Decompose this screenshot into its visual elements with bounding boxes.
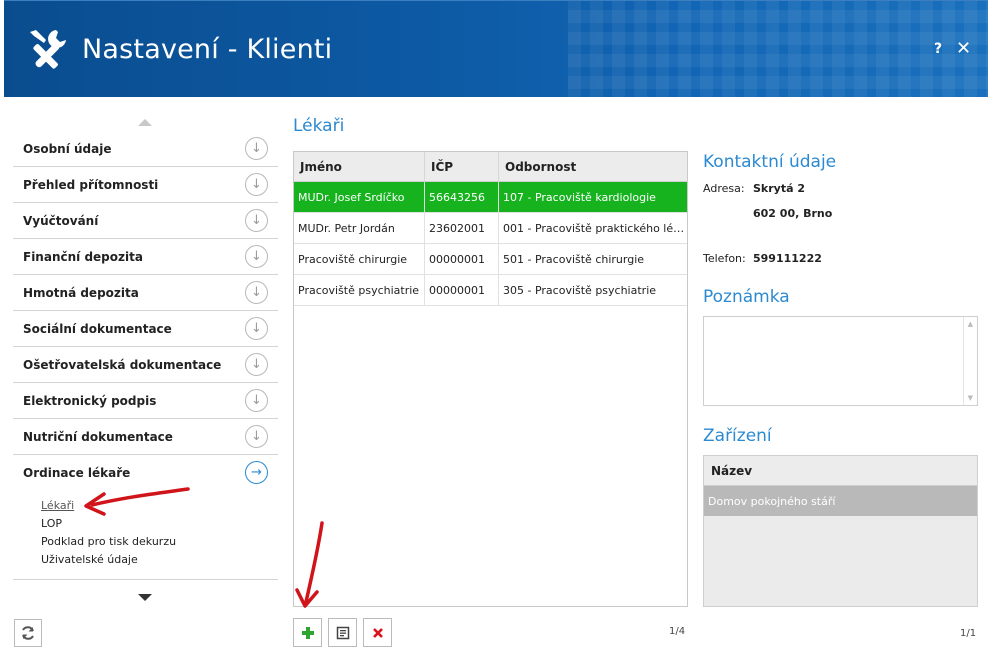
column-header[interactable]: Jméno [294,152,425,181]
phone-value: 599111222 [753,252,822,265]
sidebar-item-label: Elektronický podpis [23,394,157,408]
scroll-up-icon[interactable] [138,119,152,126]
table-row[interactable]: MUDr. Petr Jordán 23602001 001 - Pracovi… [294,213,687,244]
address-line1: Skrytá 2 [753,182,805,195]
arrow-down-circle-icon: ↓ [245,245,268,268]
cell: 23602001 [425,213,499,243]
submenu: Lékaři LOP Podklad pro tisk dekurzu Uživ… [41,497,176,569]
cell: 107 - Pracoviště kardiologie [503,191,656,204]
sidebar-item-hmotna-depozita[interactable]: Hmotná depozita ↓ [13,275,278,311]
cell: 501 - Pracoviště chirurgie [503,253,645,266]
table-row[interactable]: Domov pokojného stáří [704,486,977,516]
note-scrollbar[interactable]: ▲ ▼ [963,317,977,405]
contact-title: Kontaktní údaje [703,152,837,172]
cell: 305 - Pracoviště psychiatrie [503,284,657,297]
refresh-button[interactable] [14,619,42,647]
devices-grid: Název Domov pokojného stáří [703,455,978,607]
sidebar-item-label: Nutriční dokumentace [23,430,173,444]
devices-title: Zařízení [703,426,772,446]
address-label: Adresa: [703,182,745,195]
edit-button[interactable] [328,618,357,647]
scroll-down-icon[interactable] [138,594,152,601]
scroll-up-icon[interactable]: ▲ [968,320,973,328]
header-decoration [568,1,988,97]
window-title: Nastavení - Klienti [82,34,333,65]
sidebar-item-elektronicky-podpis[interactable]: Elektronický podpis ↓ [13,383,278,419]
submenu-item-lop[interactable]: LOP [41,515,176,533]
doctors-title: Lékaři [293,116,345,136]
close-button[interactable]: ✕ [956,38,971,59]
sidebar-item-label: Sociální dokumentace [23,322,172,336]
phone-label: Telefon: [703,252,746,265]
address-line2: 602 00, Brno [753,207,833,220]
doctors-pager: 1/4 [669,626,686,637]
tools-icon [30,30,66,69]
arrow-down-circle-icon: ↓ [245,281,268,304]
cell: 001 - Pracoviště praktického lékaře pro … [503,222,687,235]
sidebar-item-label: Osobní údaje [23,142,112,156]
sidebar-item-label: Vyúčtování [23,214,99,228]
sidebar-item-nutricni-dokumentace[interactable]: Nutriční dokumentace ↓ [13,419,278,455]
table-row[interactable]: MUDr. Josef Srdíčko 56643256 107 - Praco… [294,182,687,213]
table-row[interactable]: Pracoviště psychiatrie 00000001 305 - Pr… [294,275,687,306]
scroll-down-icon[interactable]: ▼ [968,394,973,402]
column-header[interactable]: Odbornost [499,152,687,181]
arrow-down-circle-icon: ↓ [245,425,268,448]
sidebar-item-prehled-pritomnosti[interactable]: Přehled přítomnosti ↓ [13,167,278,203]
cell: MUDr. Josef Srdíčko [294,182,425,212]
sidebar-item-vyuctovani[interactable]: Vyúčtování ↓ [13,203,278,239]
submenu-item-podklad[interactable]: Podklad pro tisk dekurzu [41,533,176,551]
help-button[interactable]: ? [934,41,942,57]
sidebar-item-osetrovatelska-dokumentace[interactable]: Ošetřovatelská dokumentace ↓ [13,347,278,383]
submenu-item-lekari[interactable]: Lékaři [41,497,176,515]
divider [13,579,278,580]
sidebar-item-label: Hmotná depozita [23,286,139,300]
doctors-grid: Jméno IČP Odbornost MUDr. Josef Srdíčko … [293,151,688,607]
delete-button[interactable] [363,618,392,647]
sidebar-item-osobni-udaje[interactable]: Osobní údaje ↓ [13,131,278,167]
arrow-right-circle-icon: → [245,461,268,484]
sidebar-menu: Osobní údaje ↓ Přehled přítomnosti ↓ Vyú… [13,131,278,491]
delete-x-icon [372,627,383,638]
column-header[interactable]: IČP [425,152,499,181]
sidebar-item-label: Ordinace lékaře [23,466,131,480]
add-button[interactable] [293,618,322,647]
grid-header: Jméno IČP Odbornost [294,152,687,182]
submenu-item-uzivatelske-udaje[interactable]: Uživatelské údaje [41,551,176,569]
sidebar-item-label: Ošetřovatelská dokumentace [23,358,222,372]
cell: Pracoviště chirurgie [294,244,425,274]
cell: MUDr. Petr Jordán [294,213,425,243]
devices-pager: 1/1 [960,628,977,639]
plus-icon [301,626,314,639]
arrow-down-circle-icon: ↓ [245,137,268,160]
refresh-icon [22,626,34,640]
arrow-down-circle-icon: ↓ [245,353,268,376]
window-header: Nastavení - Klienti ? ✕ [4,0,988,97]
arrow-down-circle-icon: ↓ [245,389,268,412]
arrow-down-circle-icon: ↓ [245,317,268,340]
document-edit-icon [336,626,349,639]
column-header[interactable]: Název [704,456,977,486]
sidebar-item-label: Přehled přítomnosti [23,178,159,192]
sidebar-item-label: Finanční depozita [23,250,143,264]
sidebar-item-financni-depozita[interactable]: Finanční depozita ↓ [13,239,278,275]
sidebar-item-ordinace-lekare[interactable]: Ordinace lékaře → [13,455,278,491]
cell: 00000001 [425,244,499,274]
cell: 00000001 [425,275,499,305]
note-field[interactable]: ▲ ▼ [703,316,978,406]
arrow-down-circle-icon: ↓ [245,209,268,232]
note-title: Poznámka [703,287,790,307]
arrow-down-circle-icon: ↓ [245,173,268,196]
cell: Pracoviště psychiatrie [294,275,425,305]
sidebar-item-socialni-dokumentace[interactable]: Sociální dokumentace ↓ [13,311,278,347]
table-row[interactable]: Pracoviště chirurgie 00000001 501 - Prac… [294,244,687,275]
cell: 56643256 [425,182,499,212]
